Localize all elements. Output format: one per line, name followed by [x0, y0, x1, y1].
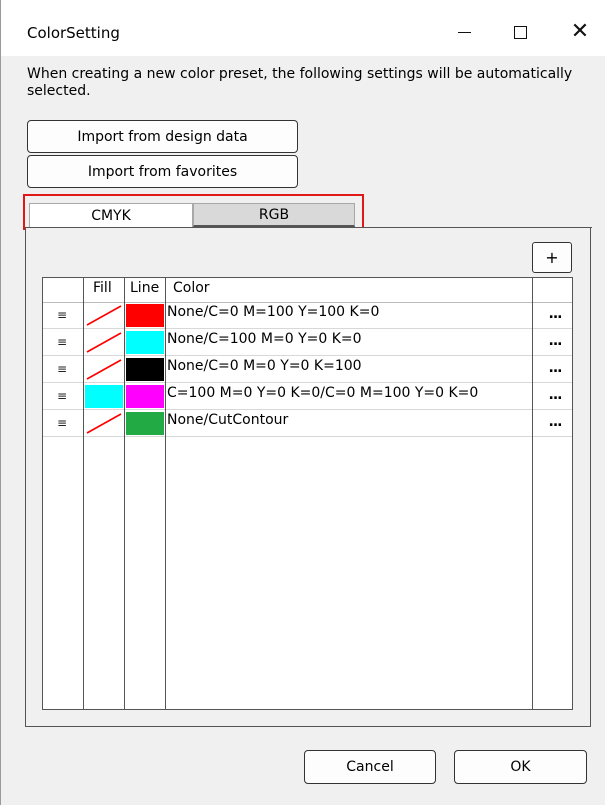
color-table: Fill Line Color ≡ None/C=0 M=100 Y=100 K=… [42, 277, 573, 710]
minimize-button[interactable] [441, 14, 487, 50]
none-slash-icon [86, 413, 122, 434]
table-row[interactable]: ≡ None/CutContour... [43, 411, 572, 437]
table-row[interactable]: ≡ C=100 M=0 Y=0 K=0/C=0 M=100 Y=0 K=0... [43, 384, 572, 410]
none-slash-icon [86, 359, 122, 380]
fill-swatch [85, 412, 123, 435]
header-line: Line [130, 280, 160, 296]
maximize-icon [513, 25, 527, 39]
column-divider [165, 278, 166, 709]
fill-swatch [85, 358, 123, 381]
row-options-button[interactable]: ... [541, 387, 569, 403]
row-options-button[interactable]: ... [541, 414, 569, 430]
drag-handle-icon[interactable]: ≡ [57, 362, 67, 376]
title-bar: ColorSetting ✕ [1, 0, 605, 56]
window-title: ColorSetting [27, 24, 120, 42]
row-options-button[interactable]: ... [541, 333, 569, 349]
column-divider [532, 278, 533, 709]
drag-handle-icon[interactable]: ≡ [57, 389, 67, 403]
line-swatch [126, 412, 164, 435]
drag-handle-icon[interactable]: ≡ [57, 308, 67, 322]
drag-handle-icon[interactable]: ≡ [57, 416, 67, 430]
drag-handle-icon[interactable]: ≡ [57, 335, 67, 349]
line-swatch [126, 358, 164, 381]
none-slash-icon [86, 305, 122, 326]
cancel-button[interactable]: Cancel [304, 750, 436, 784]
import-from-favorites-button[interactable]: Import from favorites [27, 155, 298, 188]
row-options-button[interactable]: ... [541, 360, 569, 376]
header-fill: Fill [93, 280, 112, 296]
fill-swatch [85, 304, 123, 327]
tab-panel-top-border [364, 227, 592, 228]
row-options-button[interactable]: ... [541, 306, 569, 322]
color-value: None/C=0 M=0 Y=0 K=100 [167, 358, 362, 374]
maximize-button[interactable] [497, 14, 543, 50]
header-color: Color [173, 280, 210, 296]
color-value: None/C=0 M=100 Y=100 K=0 [167, 304, 380, 320]
column-divider [83, 278, 84, 709]
table-row[interactable]: ≡ None/C=0 M=100 Y=100 K=0... [43, 303, 572, 329]
table-header: Fill Line Color [43, 278, 572, 303]
column-divider [124, 278, 125, 709]
close-icon: ✕ [570, 19, 590, 44]
table-row[interactable]: ≡ None/C=0 M=0 Y=0 K=100... [43, 357, 572, 383]
line-swatch [126, 304, 164, 327]
description-text: When creating a new color preset, the fo… [27, 66, 573, 99]
add-color-button[interactable]: + [532, 242, 572, 273]
color-value: None/C=100 M=0 Y=0 K=0 [167, 331, 362, 347]
ok-button[interactable]: OK [454, 750, 587, 784]
fill-swatch [85, 385, 123, 408]
minimize-icon [457, 31, 471, 33]
tabs-highlight-box [23, 194, 364, 230]
line-swatch [126, 385, 164, 408]
table-row[interactable]: ≡ None/C=100 M=0 Y=0 K=0... [43, 330, 572, 356]
color-setting-window: ColorSetting ✕ When creating a new color… [0, 0, 605, 805]
fill-swatch [85, 331, 123, 354]
none-slash-icon [86, 332, 122, 353]
color-value: None/CutContour [167, 412, 289, 428]
line-swatch [126, 331, 164, 354]
close-button[interactable]: ✕ [557, 14, 603, 50]
import-from-design-data-button[interactable]: Import from design data [27, 120, 298, 153]
color-value: C=100 M=0 Y=0 K=0/C=0 M=100 Y=0 K=0 [167, 385, 479, 401]
